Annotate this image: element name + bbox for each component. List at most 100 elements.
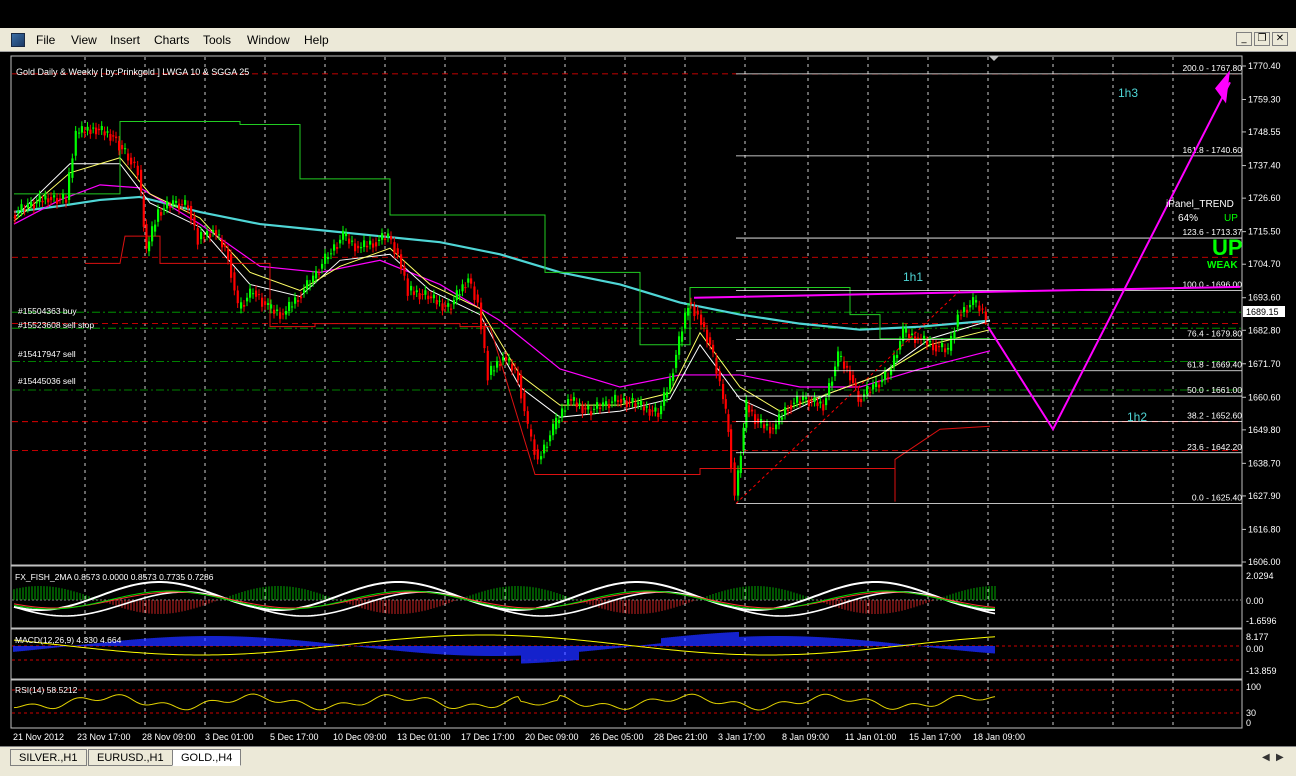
- bull-candle: [249, 288, 252, 298]
- price-tick-label: 1660.60: [1248, 392, 1281, 402]
- bull-candle: [739, 455, 742, 473]
- bull-candle: [681, 331, 684, 342]
- bear-candle: [709, 337, 712, 345]
- bull-candle: [645, 406, 648, 408]
- bear-candle: [483, 326, 486, 349]
- bear-candle: [32, 204, 36, 209]
- fib-label: 200.0 - 1767.80: [1182, 63, 1242, 73]
- current-price-label: 1689.15: [1246, 307, 1279, 317]
- bear-candle: [822, 404, 825, 411]
- bear-candle: [476, 294, 479, 303]
- bear-candle: [56, 197, 59, 204]
- bear-candle: [935, 344, 938, 352]
- bull-candle: [496, 361, 499, 368]
- bear-candle: [215, 230, 218, 235]
- bear-candle: [887, 377, 890, 379]
- bear-candle: [657, 412, 660, 417]
- bull-candle: [675, 354, 678, 368]
- time-tick-label: 20 Dec 09:00: [525, 732, 579, 742]
- bull-candle: [543, 444, 546, 454]
- menu-bar: File View Insert Charts Tools Window Hel…: [0, 28, 1296, 52]
- bear-candle: [938, 345, 941, 348]
- bear-candle: [336, 247, 339, 249]
- bull-candle: [778, 414, 781, 425]
- bull-candle: [62, 194, 65, 199]
- time-tick-label: 3 Jan 17:00: [718, 732, 765, 742]
- bear-candle: [642, 406, 646, 411]
- bear-candle: [418, 293, 421, 300]
- bull-candle: [742, 427, 745, 451]
- close-button[interactable]: ✕: [1272, 32, 1288, 46]
- price-chart[interactable]: 200.0 - 1767.80161.8 - 1740.60123.6 - 17…: [0, 52, 1296, 746]
- menu-charts[interactable]: Charts: [154, 33, 189, 47]
- bull-candle: [315, 270, 318, 279]
- bull-candle: [784, 407, 787, 415]
- bear-candle: [169, 206, 172, 208]
- bear-candle: [480, 302, 483, 330]
- minimize-button[interactable]: _: [1236, 32, 1252, 46]
- bear-candle: [473, 286, 476, 300]
- bull-candle: [587, 405, 590, 410]
- bull-candle: [781, 417, 784, 420]
- bear-candle: [65, 199, 68, 203]
- bull-candle: [911, 333, 914, 336]
- tab-gold[interactable]: GOLD.,H4: [172, 749, 242, 766]
- price-tick-label: 1759.30: [1248, 94, 1281, 104]
- app-icon[interactable]: [11, 33, 25, 47]
- bear-candle: [403, 266, 406, 276]
- bull-candle: [969, 304, 972, 308]
- menu-help[interactable]: Help: [304, 33, 329, 47]
- tab-scroll-right-icon[interactable]: ▶: [1276, 752, 1284, 763]
- bull-candle: [893, 355, 896, 367]
- bear-candle: [536, 449, 539, 460]
- bull-candle: [44, 195, 47, 200]
- bear-candle: [810, 400, 813, 402]
- bull-candle: [929, 340, 932, 343]
- bear-candle: [869, 391, 872, 393]
- price-tick-label: 1682.80: [1248, 325, 1281, 335]
- chart-window[interactable]: 200.0 - 1767.80 161.8 - 1740.60 123.6 - 17…: [0, 52, 1296, 746]
- menu-file[interactable]: File: [36, 33, 55, 47]
- bull-candle: [669, 378, 672, 390]
- menu-window[interactable]: Window: [247, 33, 290, 47]
- bull-candle: [775, 424, 778, 430]
- bear-candle: [499, 364, 502, 366]
- menu-tools[interactable]: Tools: [203, 33, 231, 47]
- restore-button[interactable]: ❐: [1254, 32, 1270, 46]
- bear-candle: [526, 411, 529, 424]
- bear-candle: [944, 348, 947, 353]
- tab-scroll-left-icon[interactable]: ◀: [1262, 752, 1270, 763]
- tab-silver[interactable]: SILVER.,H1: [10, 749, 87, 766]
- bull-candle: [410, 285, 413, 291]
- time-tick-label: 23 Nov 17:00: [77, 732, 131, 742]
- bear-candle: [127, 153, 130, 161]
- bear-candle: [470, 278, 473, 284]
- bull-candle: [866, 386, 869, 395]
- bull-candle: [614, 394, 617, 402]
- fib-label: 38.2 - 1652.60: [1187, 410, 1242, 420]
- bull-candle: [875, 381, 878, 388]
- bear-candle: [703, 322, 706, 327]
- bull-candle: [151, 226, 154, 242]
- bull-candle: [415, 290, 418, 293]
- bull-candle: [663, 392, 666, 406]
- bear-candle: [807, 399, 811, 407]
- bull-candle: [881, 379, 884, 383]
- bull-candle: [552, 423, 555, 436]
- bull-candle: [276, 309, 279, 311]
- bull-candle: [363, 240, 366, 248]
- bull-candle: [793, 402, 796, 404]
- menu-view[interactable]: View: [71, 33, 97, 47]
- bull-candle: [71, 158, 74, 178]
- bear-candle: [160, 212, 163, 216]
- bull-candle: [540, 456, 543, 460]
- bear-candle: [514, 367, 517, 369]
- bear-candle: [50, 196, 53, 201]
- bear-candle: [860, 399, 863, 403]
- bull-candle: [68, 172, 71, 200]
- menu-insert[interactable]: Insert: [110, 33, 140, 47]
- fisher-scale-bottom: -1.6596: [1246, 616, 1277, 626]
- bear-candle: [715, 357, 718, 374]
- bear-candle: [412, 291, 416, 295]
- tab-eurusd[interactable]: EURUSD.,H1: [88, 749, 173, 766]
